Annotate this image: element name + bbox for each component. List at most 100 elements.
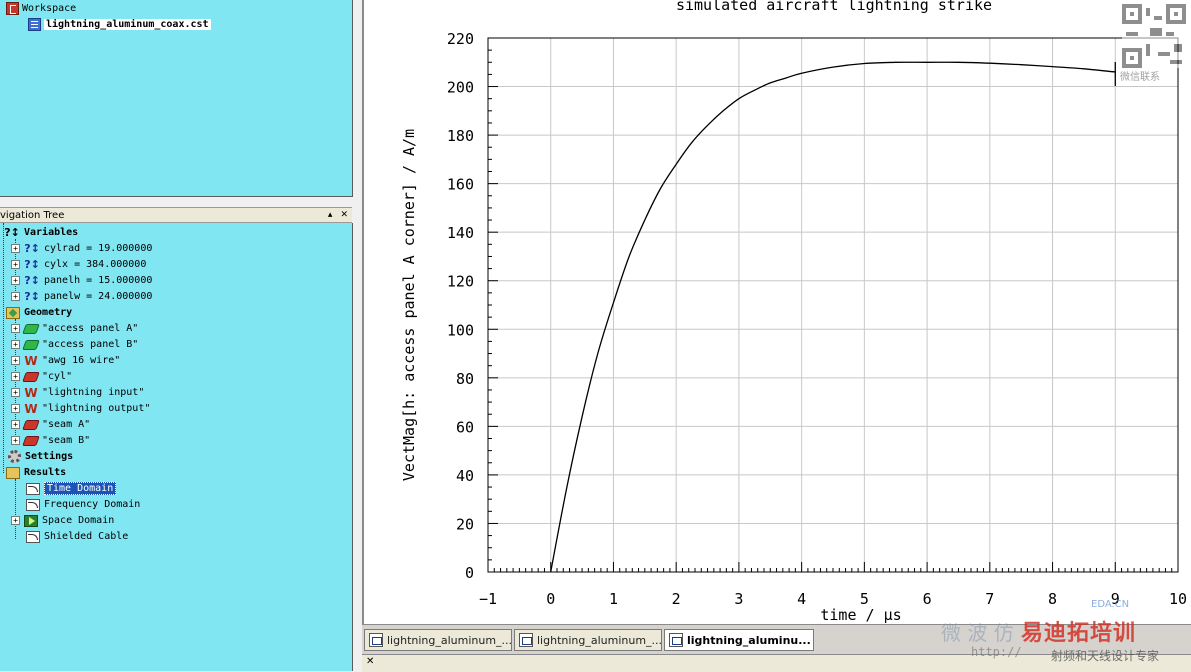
tree-folder-variables[interactable]: ?↕ Variables [4,225,78,240]
tree-item-shape[interactable]: + W "lightning input" [11,385,144,400]
tree-item-variable[interactable]: + ?↕ cylx = 384.000000 [11,257,146,272]
y-tick-label: 0 [465,564,474,582]
expand-icon[interactable]: + [11,244,20,253]
close-icon[interactable]: ✕ [340,210,348,220]
tab-document-3-active[interactable]: lightning_aluminu... [664,629,814,651]
nav-tree: ?↕ Variables + ?↕ cylrad = 19.000000 + ?… [0,223,353,671]
folder-label: Geometry [24,307,73,318]
shape-label: "access panel A" [42,323,139,334]
expand-icon[interactable]: + [11,260,20,269]
tree-item-shape[interactable]: + "access panel B" [11,337,138,352]
tree-item-shape[interactable]: + "cyl" [11,369,72,384]
variable-label: cylrad = 19.000000 [44,243,153,254]
workspace-panel: Workspace lightning_aluminum_coax.cst [0,0,353,197]
shape-label: "lightning output" [42,403,151,414]
project-file-item[interactable]: lightning_aluminum_coax.cst [28,18,211,31]
expand-icon[interactable]: + [11,404,20,413]
brick-green-icon [22,323,40,334]
variable-icon: ?↕ [24,258,40,271]
results-folder-icon [6,466,20,479]
expand-icon[interactable]: + [11,340,20,349]
y-tick-label: 100 [447,321,474,339]
tab-label: lightning_aluminu... [687,633,811,647]
shape-label: "seam B" [42,435,91,446]
brick-red-icon [22,419,40,430]
x-tick-label: 7 [985,590,994,608]
y-tick-label: 180 [447,127,474,145]
x-tick-label: −1 [479,590,497,608]
workspace-icon [6,2,19,15]
y-tick-label: 20 [456,515,474,533]
chart-svg[interactable]: −1 0 1 2 3 4 5 6 7 8 9 1002040608010012014016018020… [364,0,1191,624]
expand-icon[interactable]: + [11,356,20,365]
expand-icon[interactable]: + [11,292,20,301]
x-tick-label: 1 [609,590,618,608]
tree-folder-geometry[interactable]: Geometry [6,305,72,320]
qr-code-icon [1122,4,1186,68]
x-tick-label: 10 [1169,590,1187,608]
shape-label: "seam A" [42,419,91,430]
pin-icon[interactable]: ▴ [328,210,333,220]
x-axis-label: time / μs [820,606,901,624]
folder-label: Results [24,467,67,478]
tab-document-1[interactable]: lightning_aluminum_... [364,629,512,651]
variable-icon: ?↕ [24,290,40,303]
chart-title: simulated aircraft lightning strike [676,0,992,14]
tree-item-space-domain[interactable]: + Space Domain [11,513,114,528]
x-tick-label: 0 [546,590,555,608]
expand-icon[interactable]: + [11,372,20,381]
y-tick-label: 120 [447,273,474,291]
tree-item-shape[interactable]: + "seam B" [11,433,90,448]
variable-label: panelw = 24.000000 [44,291,153,302]
result-plot-icon [26,530,40,543]
structure-view-icon [369,633,383,647]
shape-label: "awg 16 wire" [42,355,121,366]
x-tick-label: 6 [923,590,932,608]
workspace-title: Workspace [22,3,77,14]
project-file-icon [28,18,41,31]
tree-item-shape[interactable]: + "access panel A" [11,321,138,336]
tree-item-shape[interactable]: + W "awg 16 wire" [11,353,120,368]
structure-view-icon [519,633,533,647]
shape-label: "cyl" [42,371,73,382]
close-icon[interactable]: ✕ [366,656,374,667]
nav-tree-title: vigation Tree [0,209,65,221]
tree-item-time-domain[interactable]: Time Domain [26,481,117,496]
tree-item-shape[interactable]: + W "lightning output" [11,401,150,416]
wire-icon: W [24,353,38,368]
expand-icon[interactable]: + [11,516,20,525]
tree-item-variable[interactable]: + ?↕ cylrad = 19.000000 [11,241,152,256]
tree-item-shielded-cable[interactable]: Shielded Cable [26,529,128,544]
x-tick-label: 3 [734,590,743,608]
expand-icon[interactable]: + [11,420,20,429]
project-file-name: lightning_aluminum_coax.cst [44,19,211,30]
expand-icon[interactable]: + [11,388,20,397]
result-label: Space Domain [42,515,115,526]
x-tick-label: 8 [1048,590,1057,608]
workspace-header[interactable]: Workspace [6,2,76,15]
expand-icon[interactable]: + [11,324,20,333]
document-tab-bar: lightning_aluminum_... lightning_aluminu… [362,624,1191,655]
tree-item-variable[interactable]: + ?↕ panelh = 15.000000 [11,273,152,288]
result-label: Time Domain [44,482,117,495]
tab-label: lightning_aluminum_... [537,633,662,647]
folder-label: Variables [24,227,79,238]
x-tick-label: 9 [1111,590,1120,608]
y-axis-label: VectMag[h: access panel A corner] / A/m [400,129,418,481]
tree-item-frequency-domain[interactable]: Frequency Domain [26,497,140,512]
plot-view[interactable]: −1 0 1 2 3 4 5 6 7 8 9 10 0 20 40 60 80 100 120 140 160 180 20… [362,0,1191,624]
expand-icon[interactable]: + [11,276,20,285]
nav-tree-header: vigation Tree ▴ ✕ [0,207,352,223]
result-plot-icon [669,633,683,647]
tab-document-2[interactable]: lightning_aluminum_... [514,629,662,651]
tree-item-shape[interactable]: + "seam A" [11,417,90,432]
tree-folder-settings[interactable]: Settings [8,449,73,464]
tree-item-variable[interactable]: + ?↕ panelw = 24.000000 [11,289,152,304]
expand-icon[interactable]: + [11,436,20,445]
variable-icon: ?↕ [24,274,40,287]
qr-label: 微信联系 [1120,72,1160,83]
y-tick-label: 160 [447,176,474,194]
gear-icon [8,450,21,463]
tree-folder-results[interactable]: Results [6,465,66,480]
x-tick-label: 4 [797,590,806,608]
